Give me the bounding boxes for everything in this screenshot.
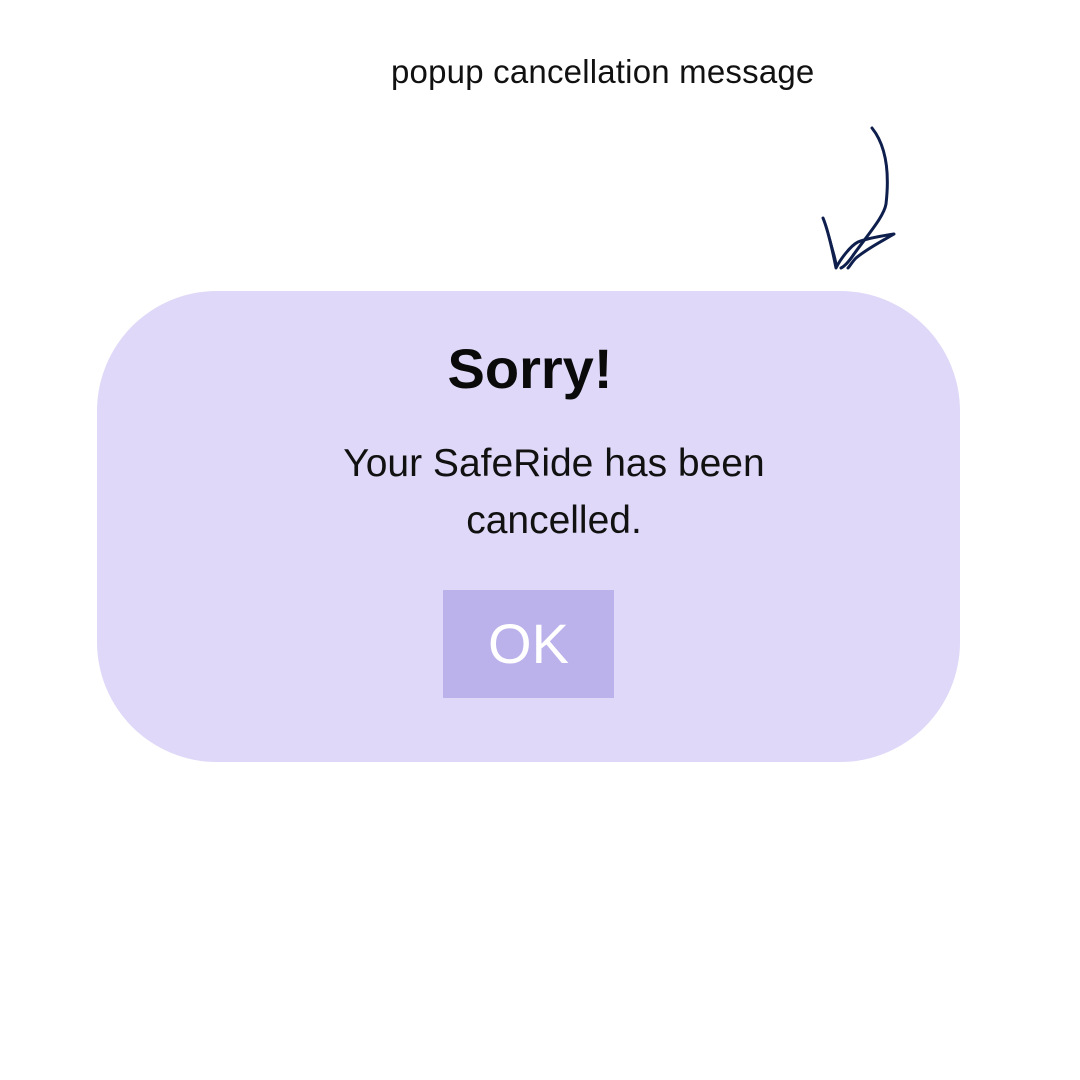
canvas: popup cancellation message Sorry! Your S…	[0, 0, 1080, 1080]
dialog-message: Your SafeRide has been cancelled.	[343, 442, 765, 542]
annotation-caption: popup cancellation message	[391, 53, 815, 90]
hand-drawn-arrow-icon	[821, 126, 896, 270]
dialog-title: Sorry!	[447, 337, 613, 400]
ok-button[interactable]: OK	[443, 590, 614, 698]
